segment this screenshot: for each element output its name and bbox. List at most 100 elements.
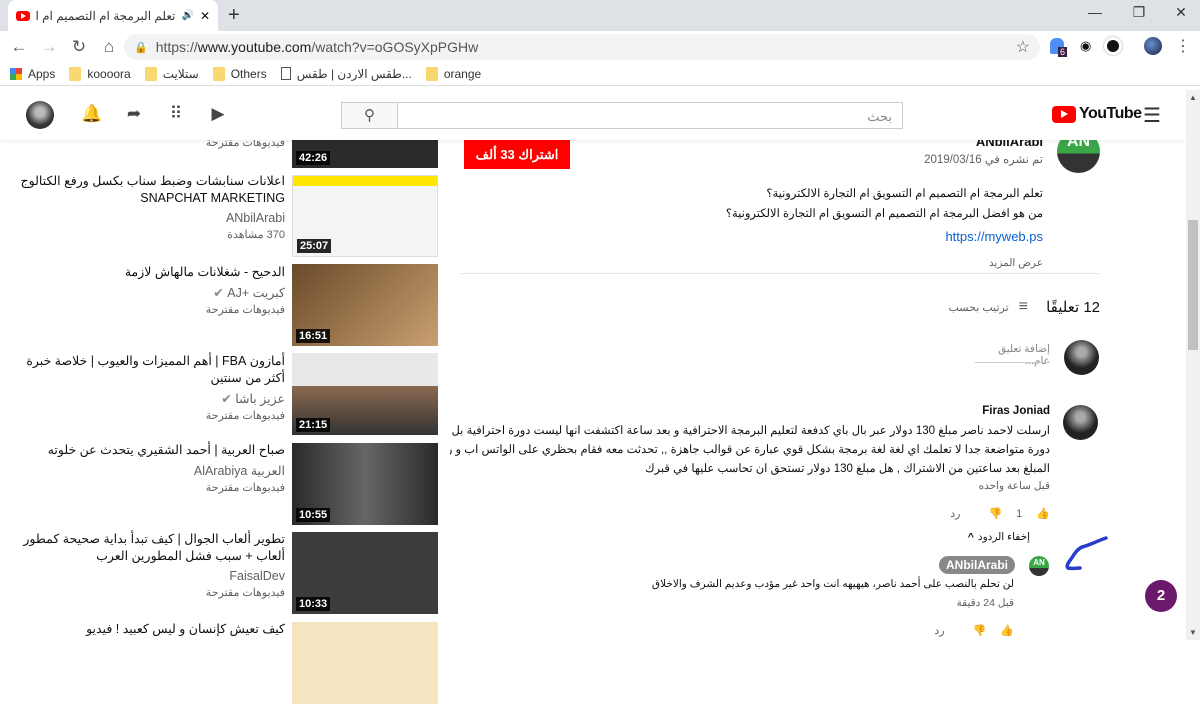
suggested-video[interactable]: تطوير ألعاب الجوال | كيف تبدأ بداية صحيح… <box>5 531 285 599</box>
close-window-button[interactable]: ✕ <box>1166 4 1196 21</box>
reload-icon[interactable]: ↻ <box>64 37 94 57</box>
subscribe-button[interactable]: اشتراك 33 ألف <box>464 140 570 169</box>
search-icon: ⚲ <box>364 107 375 124</box>
scroll-down-arrow-icon[interactable]: ▼ <box>1189 628 1197 637</box>
channel-name[interactable]: كبريت +AJ <box>227 286 285 300</box>
lock-icon: 🔒 <box>134 41 148 54</box>
youtube-logo[interactable]: YouTube <box>1052 105 1142 123</box>
home-icon[interactable]: ⌂ <box>94 37 124 57</box>
video-title[interactable]: صباح العربية | أحمد الشقيري يتحدث عن خلو… <box>5 442 285 459</box>
commenter-avatar[interactable] <box>1063 405 1098 440</box>
duration: 21:15 <box>296 418 331 432</box>
url-path: /watch?v=oGOSyXpPGHw <box>311 39 479 55</box>
tab-title: تعلم البرمجة ام التصميم ام التس <box>36 8 176 23</box>
channel-name[interactable]: FaisalDev <box>5 569 285 583</box>
duration: 10:33 <box>296 597 331 611</box>
comment-text-line: دورة متواضعة جدا لا تعلمك اي لغة لغة برم… <box>450 444 1050 456</box>
hide-replies-button[interactable]: إخفاء الردود ^ <box>968 531 1030 543</box>
show-more-button[interactable]: عرض المزيد <box>726 253 1043 273</box>
search-button[interactable]: ⚲ <box>341 102 398 129</box>
like-icon[interactable]: 👍 <box>1000 624 1014 637</box>
folder-icon <box>69 66 82 81</box>
suggested-video[interactable]: اعلانات سنابشات وضبط سناب بكسل ورفع الكت… <box>5 173 285 241</box>
video-meta: فيديوهات مقترحة <box>205 304 285 316</box>
video-meta: فيديوهات مقترحة <box>205 410 285 422</box>
address-bar[interactable]: 🔒 https://www.youtube.com/watch?v=oGOSyX… <box>124 34 1040 60</box>
bookmark-weather[interactable]: طقس الاردن | طقس... <box>280 66 412 81</box>
floating-notification-badge[interactable]: 2 <box>1145 580 1177 612</box>
video-thumbnail[interactable]: 21:15 <box>292 353 438 435</box>
comment-author[interactable]: Firas Joniad <box>982 405 1050 417</box>
bookmark-satellite[interactable]: ستلايت <box>144 66 199 81</box>
bookmark-label: Others <box>230 66 267 81</box>
dislike-icon[interactable]: 👎 <box>988 507 1002 520</box>
hamburger-menu-icon[interactable]: ☰ <box>1143 103 1161 128</box>
maximize-button[interactable]: ❐ <box>1124 4 1154 21</box>
bookmark-orange[interactable]: orange <box>425 66 481 81</box>
notifications-bell-icon[interactable]: 🔔 <box>80 104 104 124</box>
forward-icon[interactable]: → <box>34 37 64 57</box>
messages-icon[interactable]: ➦ <box>122 104 146 124</box>
pen-annotation-icon <box>1065 536 1108 571</box>
suggested-video[interactable]: أمازون FBA | أهم المميزات والعيوب | خلاص… <box>5 353 285 422</box>
video-title[interactable]: كيف تعيش كإنسان و ليس كعبيد ! فيديو <box>5 621 285 638</box>
speaker-icon: 🔊 <box>181 10 194 21</box>
video-title[interactable]: تطوير ألعاب الجوال | كيف تبدأ بداية صحيح… <box>5 531 285 565</box>
video-thumbnail[interactable]: 10:55 <box>292 443 438 525</box>
video-thumbnail[interactable]: 25:07 <box>292 175 438 257</box>
url-host: www.youtube.com <box>197 39 312 55</box>
apps-grid-icon[interactable]: ⠿ <box>164 104 188 124</box>
scrollbar[interactable] <box>1186 90 1200 640</box>
back-icon[interactable]: ← <box>4 37 34 57</box>
account-avatar[interactable] <box>26 101 54 129</box>
bookmark-others[interactable]: Others <box>212 66 267 81</box>
reply-time: قبل 24 دقيقة <box>956 597 1014 609</box>
dislike-icon[interactable]: 👎 <box>973 624 987 637</box>
folder-icon <box>144 66 157 81</box>
suggested-video[interactable]: صباح العربية | أحمد الشقيري يتحدث عن خلو… <box>5 442 285 494</box>
close-tab-icon[interactable]: ✕ <box>200 9 210 23</box>
channel-name[interactable]: عزيز باشا <box>235 392 285 406</box>
description-link[interactable]: https://myweb.ps <box>726 227 1043 247</box>
menu-kebab-icon[interactable]: ⋮ <box>1175 36 1191 56</box>
bookmark-apps[interactable]: Apps <box>10 67 55 81</box>
reply-author-badge[interactable]: ANbilArabi <box>938 556 1015 574</box>
duration: 42:26 <box>296 151 331 165</box>
scrollbar-thumb[interactable] <box>1188 220 1198 350</box>
comment-text-line: المبلغ بعد ساعتين من الاشتراك , هل مبلغ … <box>645 463 1050 475</box>
minimize-button[interactable]: — <box>1080 4 1110 20</box>
video-thumbnail[interactable] <box>292 622 438 704</box>
bookmark-label: Apps <box>28 66 56 81</box>
youtube-play-icon <box>1052 105 1076 123</box>
browser-tab[interactable]: تعلم البرمجة ام التصميم ام التس 🔊 ✕ <box>8 0 218 31</box>
add-comment-input[interactable] <box>975 362 1050 363</box>
search-input[interactable]: بحث <box>397 102 903 129</box>
scroll-up-arrow-icon[interactable]: ▲ <box>1189 93 1197 102</box>
suggested-video[interactable]: الدحيح - شغلانات مالهاش لازمة كبريت +AJ … <box>5 264 285 316</box>
video-thumbnail[interactable]: 10:33 <box>292 532 438 614</box>
sort-button[interactable]: ≡ ترتيب بحسب <box>949 298 1029 316</box>
video-thumbnail[interactable]: 16:51 <box>292 264 438 346</box>
chrome-extension-icon[interactable] <box>1104 37 1122 55</box>
reply-author-avatar[interactable]: AN <box>1029 556 1049 576</box>
channel-name[interactable]: ANbilArabi <box>5 211 285 225</box>
globe-extension-icon[interactable]: ◉ <box>1080 38 1091 54</box>
star-icon[interactable]: ☆ <box>1016 37 1030 57</box>
reply-button[interactable]: رد <box>934 624 944 637</box>
bookmark-koooora[interactable]: koooora <box>69 66 131 81</box>
bookmark-label: طقس الاردن | طقس... <box>296 66 412 81</box>
video-title[interactable]: أمازون FBA | أهم المميزات والعيوب | خلاص… <box>5 353 285 387</box>
reply-button[interactable]: رد <box>950 507 960 520</box>
description-line: من هو افضل البرمجة ام التصميم ام التسويق… <box>725 208 1043 220</box>
like-icon[interactable]: 👍 <box>1036 507 1050 520</box>
comment-text-line: ارسلت لاحمد ناصر مبلغ 130 دولار عبر بال … <box>450 425 1050 437</box>
suggested-video[interactable]: كيف تعيش كإنسان و ليس كعبيد ! فيديو <box>5 621 285 638</box>
video-title[interactable]: اعلانات سنابشات وضبط سناب بكسل ورفع الكت… <box>5 173 285 207</box>
video-meta: 370 مشاهدة <box>227 229 285 241</box>
create-video-icon[interactable]: ▶ <box>206 104 230 124</box>
verified-icon: ✔ <box>213 286 224 300</box>
channel-name[interactable]: العربية AlArabiya <box>5 463 285 478</box>
new-tab-button[interactable]: + <box>228 4 240 27</box>
profile-avatar[interactable] <box>1144 37 1162 55</box>
video-title[interactable]: الدحيح - شغلانات مالهاش لازمة <box>5 264 285 281</box>
